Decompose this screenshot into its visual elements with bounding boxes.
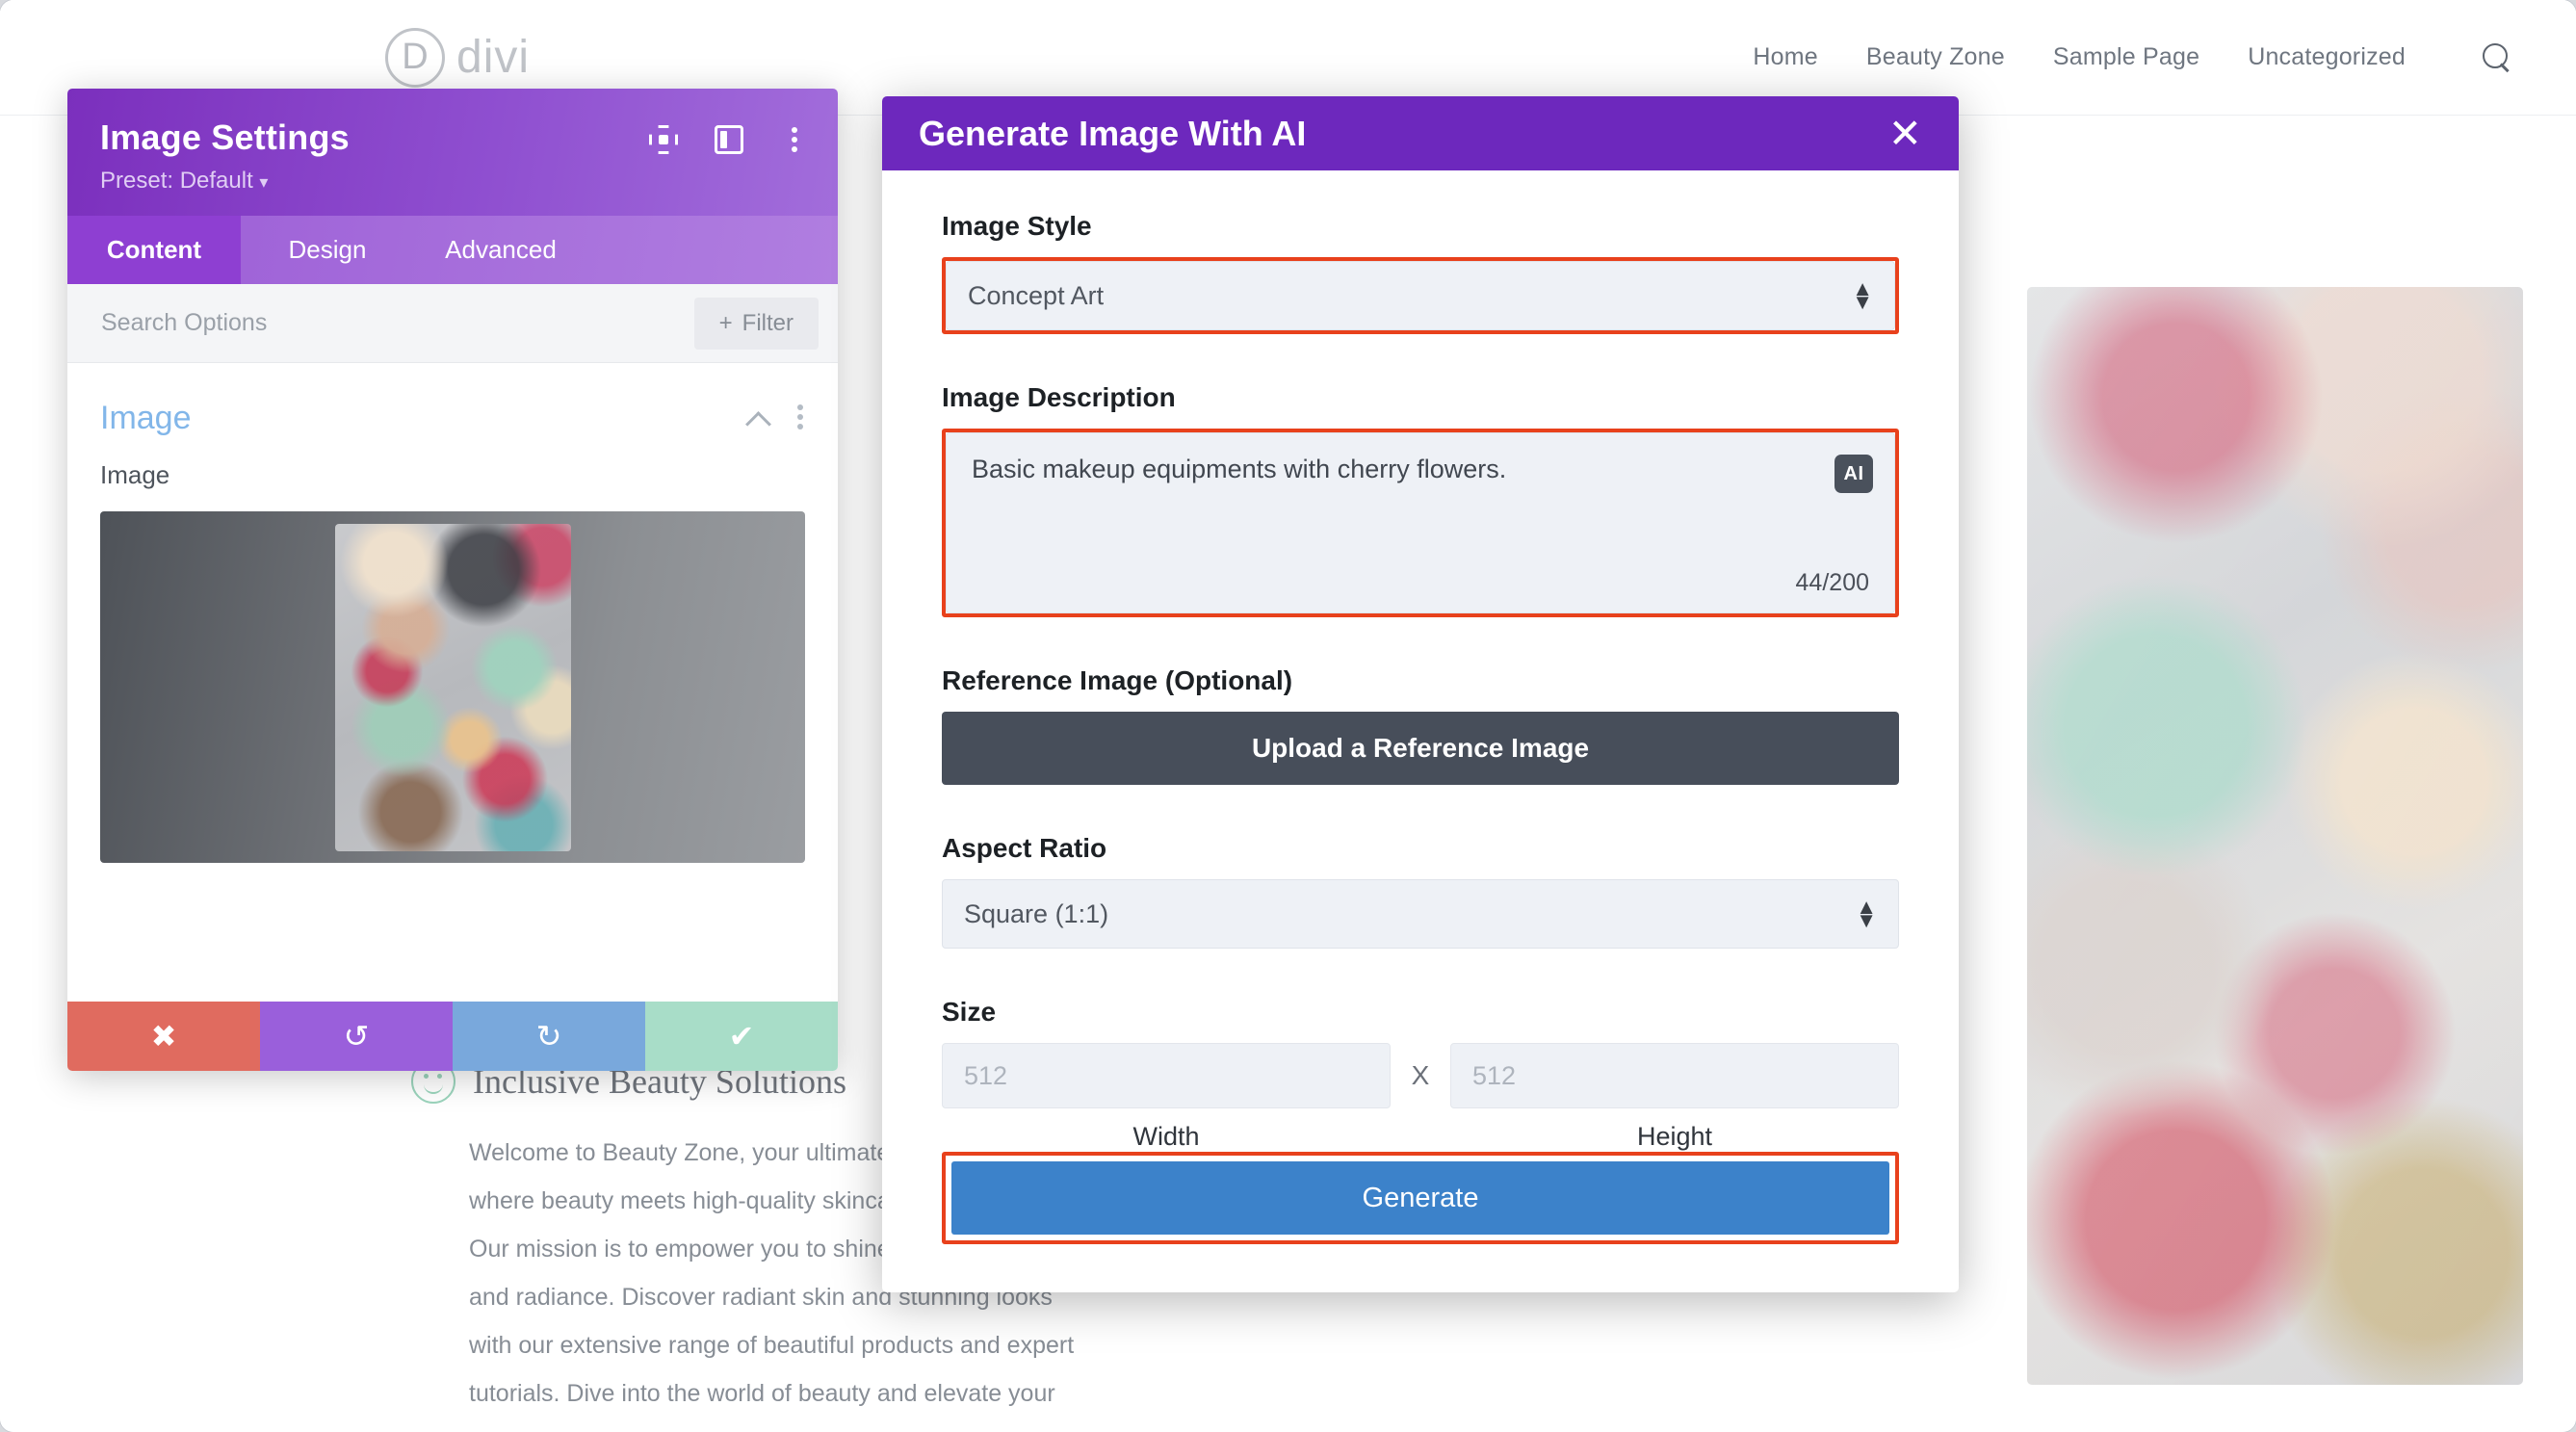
height-input[interactable]: 512: [1450, 1043, 1899, 1108]
modal-header: Generate Image With AI ✕: [882, 96, 1959, 170]
close-icon[interactable]: ✕: [1888, 113, 1922, 154]
panel-header-icons: [649, 125, 809, 154]
plus-icon: +: [718, 309, 733, 336]
divi-logo[interactable]: D divi: [385, 27, 531, 88]
image-section-name[interactable]: Image: [100, 400, 192, 437]
size-label: Size: [942, 997, 997, 1027]
size-captions-row: Width Height: [942, 1122, 1899, 1152]
redo-button[interactable]: ↻: [453, 1002, 645, 1071]
image-description-highlight: Basic makeup equipments with cherry flow…: [942, 429, 1899, 617]
chevron-updown-icon: ▲ ▼: [1852, 276, 1873, 314]
panel-tabs: Content Design Advanced: [67, 216, 838, 284]
image-thumbnail: [334, 523, 571, 851]
app-root: D divi Home Beauty Zone Sample Page Unca…: [0, 0, 2576, 1432]
image-style-highlight: Concept Art ▲ ▼: [942, 257, 1899, 334]
size-separator: X: [1411, 1060, 1430, 1090]
tab-content[interactable]: Content: [67, 216, 241, 284]
generate-image-ai-modal: Generate Image With AI ✕ Image Style Con…: [882, 96, 1959, 1292]
nav-item-uncategorized[interactable]: Uncategorized: [2248, 43, 2406, 71]
image-field-label: Image: [100, 460, 170, 489]
nav-item-sample-page[interactable]: Sample Page: [2053, 43, 2199, 71]
panel-action-bar: ✖ ↺ ↻ ✔: [67, 1002, 838, 1071]
image-preview[interactable]: [100, 511, 805, 863]
nav-item-home[interactable]: Home: [1753, 43, 1818, 71]
image-description-textarea[interactable]: Basic makeup equipments with cherry flow…: [946, 432, 1895, 613]
image-style-value: Concept Art: [968, 280, 1105, 310]
undo-button[interactable]: ↺: [260, 1002, 453, 1071]
layout-icon[interactable]: [715, 125, 743, 154]
cancel-button[interactable]: ✖: [67, 1002, 260, 1071]
site-nav: Home Beauty Zone Sample Page Uncategoriz…: [1753, 41, 2523, 74]
character-counter: 44/200: [1795, 569, 1869, 596]
aspect-ratio-select[interactable]: Square (1:1) ▲ ▼: [942, 879, 1899, 949]
target-icon[interactable]: [649, 125, 678, 154]
reference-image-label: Reference Image (Optional): [942, 665, 1293, 695]
hero-photo: [2027, 287, 2523, 1385]
image-section-header: Image: [67, 363, 838, 447]
image-style-label: Image Style: [942, 211, 1092, 241]
kebab-menu-icon[interactable]: [797, 404, 805, 433]
panel-preset[interactable]: Preset: Default ▾: [100, 168, 805, 195]
save-button[interactable]: ✔: [645, 1002, 838, 1071]
modal-title: Generate Image With AI: [919, 113, 1307, 153]
filter-label: Filter: [742, 309, 794, 336]
search-icon[interactable]: [2481, 41, 2513, 74]
tab-advanced[interactable]: Advanced: [414, 216, 587, 284]
logo-text: divi: [456, 32, 531, 83]
panel-search-row: Search Options + Filter: [67, 284, 838, 363]
image-description-label: Image Description: [942, 382, 1176, 412]
tab-design[interactable]: Design: [241, 216, 414, 284]
aspect-ratio-label: Aspect Ratio: [942, 833, 1107, 863]
image-section-tools: [747, 404, 805, 433]
kebab-menu-icon[interactable]: [780, 125, 809, 154]
logo-circle-icon: D: [385, 27, 445, 88]
image-description-value: Basic makeup equipments with cherry flow…: [972, 455, 1507, 483]
filter-button[interactable]: + Filter: [693, 297, 819, 350]
width-caption: Width: [1132, 1122, 1200, 1151]
modal-body: Image Style Concept Art ▲ ▼ Image Descrip…: [882, 170, 1959, 1152]
panel-header: Image Settings Preset: Default ▾: [67, 89, 838, 216]
generate-highlight: Generate: [942, 1152, 1899, 1244]
width-input[interactable]: 512: [942, 1043, 1391, 1108]
search-options-input[interactable]: Search Options: [101, 309, 267, 337]
image-style-select[interactable]: Concept Art ▲ ▼: [946, 261, 1895, 330]
preset-label: Preset: Default: [100, 168, 253, 194]
nav-item-beauty-zone[interactable]: Beauty Zone: [1866, 43, 2005, 71]
generate-button[interactable]: Generate: [951, 1161, 1889, 1235]
chevron-down-icon: ▾: [259, 172, 269, 192]
chevron-updown-icon: ▲ ▼: [1856, 895, 1877, 932]
upload-reference-image-button[interactable]: Upload a Reference Image: [942, 712, 1899, 785]
aspect-ratio-value: Square (1:1): [964, 898, 1109, 928]
height-caption: Height: [1636, 1122, 1713, 1151]
panel-scroll-area: Image Image: [67, 363, 838, 1002]
image-settings-panel: Image Settings Preset: Default ▾ Content…: [67, 89, 838, 1071]
size-inputs-row: 512 X 512: [942, 1043, 1899, 1108]
chevron-up-icon[interactable]: [747, 408, 768, 430]
ai-badge-icon[interactable]: AI: [1834, 455, 1873, 493]
modal-footer: Generate: [882, 1152, 1959, 1292]
